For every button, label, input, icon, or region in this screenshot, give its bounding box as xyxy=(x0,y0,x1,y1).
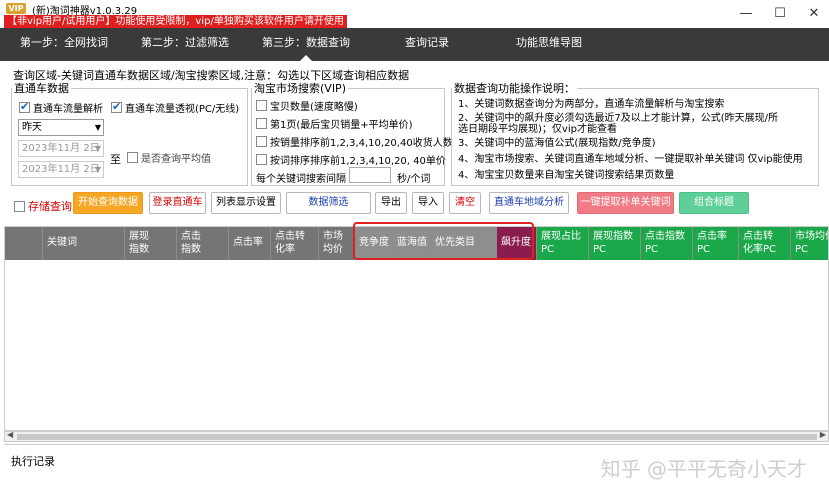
col-conversion[interactable]: 点击转 化率 xyxy=(271,227,319,260)
info-line: 1、关键词数据查询分为两部分，直通车流量解析与淘宝搜索 xyxy=(458,99,725,110)
sales-sort-checkbox[interactable]: 按销量排序前1,2,3,4,10,20,40收货人数 xyxy=(256,134,453,149)
period-select[interactable]: 昨天 ▼ xyxy=(18,119,104,136)
end-date-value: 2023年11月 2日 xyxy=(22,164,100,175)
vip-warning-banner: 【非vip用户/试用用户】功能使用受限制，vip/单独购买该软件用户请开使用 xyxy=(4,15,347,28)
horizontal-scrollbar[interactable]: ◀ ▶ xyxy=(4,430,829,442)
highlight-annotation xyxy=(353,222,534,260)
checkbox-icon xyxy=(14,200,25,212)
checkbox-label: 是否查询平均值 xyxy=(141,154,211,165)
date-to-label: 至 xyxy=(110,153,121,166)
close-icon[interactable]: ✕ xyxy=(807,6,821,21)
clear-button[interactable]: 清空 xyxy=(449,192,481,214)
main-nav: 第一步：全网找词 第二步：过滤筛选 第三步：数据查询 查询记录 功能思维导图 xyxy=(0,28,829,61)
checkbox-icon xyxy=(256,118,267,129)
interval-unit: 秒/个词 xyxy=(397,174,431,185)
scroll-right-icon[interactable]: ▶ xyxy=(820,430,826,439)
info-line: 4、淘宝市场搜索、关键词直通车地域分析、一键提取补单关键词 仅vip能使用 xyxy=(458,154,803,165)
start-date-value: 2023年11月 2日 xyxy=(22,143,100,154)
checkbox-label: 存储查询 xyxy=(28,200,72,213)
region-analysis-button[interactable]: 直通车地域分析 xyxy=(489,192,569,214)
checkbox-icon xyxy=(127,152,138,163)
nav-mindmap[interactable]: 功能思维导图 xyxy=(516,28,582,61)
checkbox-icon xyxy=(256,136,267,147)
interval-label: 每个关键词搜索间隔 xyxy=(256,174,346,185)
list-settings-button[interactable]: 列表显示设置 xyxy=(211,192,281,214)
scroll-left-icon[interactable]: ◀ xyxy=(7,430,13,439)
col-select[interactable] xyxy=(5,227,43,260)
col-click-index[interactable]: 点击 指数 xyxy=(177,227,229,260)
title-bar: VIP (新)淘词神器v1.0.3.29 【非vip用户/试用用户】功能使用受限… xyxy=(0,0,829,28)
export-button[interactable]: 导出 xyxy=(375,192,407,214)
col-market-price-pc[interactable]: 市场均价 PC xyxy=(791,227,828,260)
info-line: 4、淘宝宝贝数量来自淘宝关键词搜索结果页数量 xyxy=(458,170,675,181)
ztc-flow-analysis-checkbox[interactable]: 直通车流量解析 xyxy=(19,100,103,115)
nav-step2[interactable]: 第二步：过滤筛选 xyxy=(141,28,229,61)
log-title: 执行记录 xyxy=(11,455,55,468)
start-query-button[interactable]: 开始查询数据 xyxy=(73,192,143,214)
info-line: 选日期段平均展现)；仅vip才能查看 xyxy=(458,124,617,135)
vip-logo-icon: VIP xyxy=(6,3,26,14)
col-impression-index-pc[interactable]: 展现指数 PC xyxy=(589,227,641,260)
col-impression-index[interactable]: 展现 指数 xyxy=(125,227,177,260)
average-query-checkbox[interactable]: 是否查询平均值 xyxy=(127,150,211,165)
nav-step1[interactable]: 第一步：全网找词 xyxy=(20,28,108,61)
checkbox-label: 宝贝数量(速度略慢) xyxy=(270,102,358,113)
checkbox-label: 直通车流量透视(PC/无线) xyxy=(125,104,240,115)
info-line: 3、关键词中的蓝海值公式(展现指数/竞争度) xyxy=(458,138,656,149)
checkbox-label: 第1页(最后宝贝销量+平均单价) xyxy=(270,120,413,131)
login-ztc-button[interactable]: 登录直通车 xyxy=(149,192,206,214)
price-sort-checkbox[interactable]: 按词排序排序前1,2,3,4,10,20, 40单价 xyxy=(256,152,446,167)
nav-query-history[interactable]: 查询记录 xyxy=(405,28,449,61)
nav-step3[interactable]: 第三步：数据查询 xyxy=(262,28,350,61)
minimize-icon[interactable]: — xyxy=(739,6,753,21)
col-ctr[interactable]: 点击率 xyxy=(229,227,271,260)
checkbox-label: 直通车流量解析 xyxy=(33,104,103,115)
checkbox-label: 按销量排序前1,2,3,4,10,20,40收货人数 xyxy=(270,138,453,149)
item-count-checkbox[interactable]: 宝贝数量(速度略慢) xyxy=(256,98,358,113)
col-click-index-pc[interactable]: 点击指数 PC xyxy=(641,227,693,260)
maximize-icon[interactable]: ☐ xyxy=(773,6,787,21)
ztc-legend: 直通车数据 xyxy=(14,82,69,95)
checkbox-label: 按词排序排序前1,2,3,4,10,20, 40单价 xyxy=(270,156,446,167)
chevron-down-icon: ▼ xyxy=(94,123,101,132)
col-keyword[interactable]: 关键词 xyxy=(43,227,125,260)
start-date-picker[interactable]: 2023年11月 2日 ▼ xyxy=(18,140,104,157)
import-button[interactable]: 导入 xyxy=(412,192,444,214)
taobao-legend: 淘宝市场搜索(VIP) xyxy=(254,82,346,95)
ztc-flow-perspective-checkbox[interactable]: 直通车流量透视(PC/无线) xyxy=(111,100,239,115)
col-ctr-pc[interactable]: 点击率 PC xyxy=(693,227,739,260)
col-impression-share-pc[interactable]: 展现占比 PC xyxy=(537,227,589,260)
extract-keywords-button[interactable]: 一键提取补单关键词 xyxy=(577,192,674,214)
store-query-checkbox[interactable]: 存储查询 xyxy=(14,198,72,214)
end-date-picker[interactable]: 2023年11月 2日 ▼ xyxy=(18,161,104,178)
col-conversion-pc[interactable]: 点击转 化率PC xyxy=(739,227,791,260)
checkbox-icon xyxy=(256,100,267,111)
watermark: 知乎 @平平无奇小天才 xyxy=(600,457,807,481)
data-filter-button[interactable]: 数据筛选 xyxy=(286,192,371,214)
period-value: 昨天 xyxy=(22,122,42,133)
scrollbar-thumb[interactable] xyxy=(17,434,817,440)
chevron-down-icon: ▼ xyxy=(94,144,101,153)
checkbox-icon xyxy=(256,154,267,165)
checkbox-icon xyxy=(111,100,122,113)
interval-input[interactable] xyxy=(349,167,391,183)
combine-title-button[interactable]: 组合标题 xyxy=(679,192,749,214)
first-page-checkbox[interactable]: 第1页(最后宝贝销量+平均单价) xyxy=(256,116,413,131)
info-legend: 数据查询功能操作说明： xyxy=(454,82,575,95)
checkbox-icon xyxy=(19,100,30,113)
col-market-price[interactable]: 市场 均价 xyxy=(319,227,355,260)
chevron-down-icon: ▼ xyxy=(94,165,101,174)
